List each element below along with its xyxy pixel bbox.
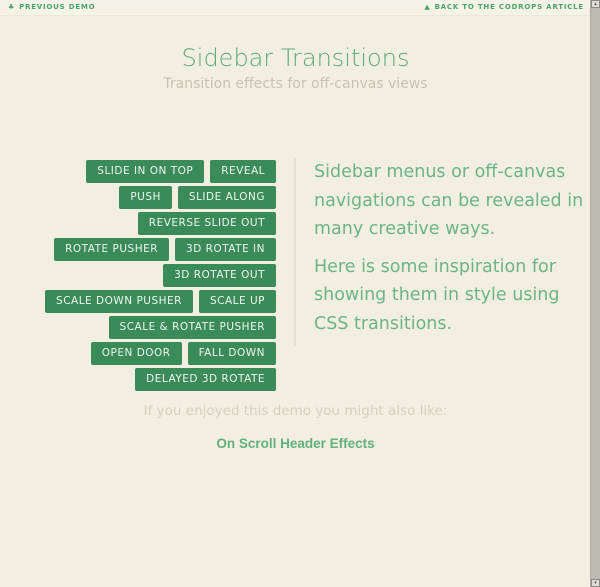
page-subtitle: Transition effects for off-canvas views — [163, 76, 428, 92]
vertical-divider — [294, 158, 296, 346]
description-paragraph-2: Here is some inspiration for showing the… — [314, 256, 560, 334]
back-to-article-link[interactable]: ▲ Back to the Codrops Article — [424, 3, 584, 11]
rotate-pusher-button[interactable]: Rotate pusher — [54, 238, 170, 261]
3d-rotate-out-button[interactable]: 3D rotate out — [163, 264, 276, 287]
scroll-down-arrow-icon[interactable]: ▾ — [591, 579, 600, 587]
back-to-article-label: Back to the Codrops Article — [434, 3, 584, 11]
scroll-up-arrow-icon[interactable]: ▴ — [591, 0, 600, 8]
open-door-button[interactable]: Open door — [90, 342, 182, 365]
fall-down-button[interactable]: Fall down — [187, 342, 276, 365]
drop-icon: ▲ — [424, 3, 431, 11]
description-paragraph-1: Sidebar menus or off-canvas navigations … — [314, 162, 584, 239]
3d-rotate-in-button[interactable]: 3D rotate in — [175, 238, 276, 261]
related-demo-link[interactable]: On Scroll Header Effects — [0, 436, 591, 451]
previous-demo-label: Previous Demo — [19, 3, 96, 11]
top-bar: ♣ Previous Demo ▲ Back to the Codrops Arti… — [0, 0, 591, 16]
transition-buttons: Slide in on top Reveal Push Slide along … — [30, 160, 276, 391]
page-title: Sidebar Transitions — [181, 44, 410, 72]
slide-along-button[interactable]: Slide along — [177, 186, 276, 209]
reveal-button[interactable]: Reveal — [210, 160, 276, 183]
description: Sidebar menus or off-canvas navigations … — [314, 158, 584, 347]
push-button[interactable]: Push — [119, 186, 172, 209]
scale-up-button[interactable]: Scale up — [198, 290, 276, 313]
scale-rotate-pusher-button[interactable]: Scale & rotate pusher — [108, 316, 276, 339]
previous-demo-link[interactable]: ♣ Previous Demo — [8, 3, 95, 11]
reverse-slide-out-button[interactable]: Reverse slide out — [137, 212, 276, 235]
vertical-scrollbar[interactable]: ▴ ▾ — [590, 0, 600, 587]
related-label: If you enjoyed this demo you might also … — [143, 403, 448, 419]
scale-down-pusher-button[interactable]: Scale down pusher — [45, 290, 193, 313]
slide-in-on-top-button[interactable]: Slide in on top — [86, 160, 205, 183]
delayed-3d-rotate-button[interactable]: Delayed 3D rotate — [135, 368, 276, 391]
arrow-left-icon: ♣ — [8, 3, 16, 11]
